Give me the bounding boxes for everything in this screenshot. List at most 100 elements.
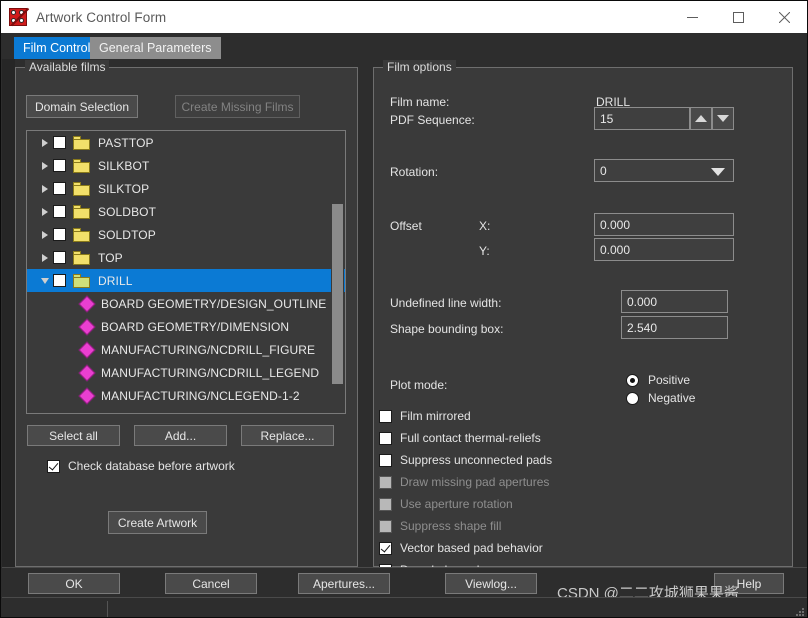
suppress-shape-fill-label: Suppress shape fill — [400, 519, 502, 533]
tree-row[interactable]: SILKTOP — [27, 177, 345, 200]
tree-row[interactable]: BOARD GEOMETRY/DIMENSION — [27, 315, 345, 338]
chevron-right-icon[interactable] — [37, 177, 53, 200]
tree-item-label: MANUFACTURING/NCDRILL_LEGEND — [101, 365, 320, 380]
film-mirrored-row[interactable]: Film mirrored — [379, 409, 471, 423]
cancel-button[interactable]: Cancel — [165, 573, 257, 594]
film-name-label: Film name: — [390, 95, 450, 109]
plot-mode-positive-radio[interactable] — [626, 373, 639, 387]
maximize-button[interactable] — [715, 1, 761, 33]
offset-y-input[interactable]: 0.000 — [594, 238, 734, 261]
close-button[interactable] — [761, 1, 807, 33]
domain-selection-button[interactable]: Domain Selection — [26, 95, 138, 118]
ok-button[interactable]: OK — [28, 573, 120, 594]
full-contact-thermal-reliefs-row[interactable]: Full contact thermal-reliefs — [379, 431, 541, 445]
chevron-down-icon[interactable] — [37, 269, 53, 292]
folder-icon — [73, 135, 90, 150]
tree-row[interactable]: SOLDBOT — [27, 200, 345, 223]
tree-row[interactable]: MANUFACTURING/NCLEGEND-1-2 — [27, 384, 345, 407]
tree-item-label: MANUFACTURING/NCLEGEND-1-2 — [101, 388, 300, 403]
film-options-group: Film options Film name: DRILL PDF Sequen… — [373, 60, 793, 577]
chevron-right-icon[interactable] — [37, 131, 53, 154]
tree-checkbox[interactable] — [53, 251, 66, 264]
plot-mode-negative-radio[interactable] — [626, 391, 639, 405]
folder-icon — [73, 227, 90, 242]
offset-x-input[interactable]: 0.000 — [594, 213, 734, 236]
create-missing-films-button[interactable]: Create Missing Films — [175, 95, 300, 118]
chevron-right-icon[interactable] — [37, 223, 53, 246]
full-contact-thermal-reliefs-label: Full contact thermal-reliefs — [400, 431, 541, 445]
check-database-label: Check database before artwork — [68, 459, 235, 473]
shape-bounding-box-label: Shape bounding box: — [390, 322, 504, 336]
use-aperture-rotation-label: Use aperture rotation — [400, 497, 513, 511]
viewlog-button[interactable]: Viewlog... — [445, 573, 537, 594]
create-artwork-button[interactable]: Create Artwork — [108, 511, 207, 534]
add-button[interactable]: Add... — [134, 425, 227, 446]
tree-row[interactable]: TOP — [27, 246, 345, 269]
tree-item-label: SILKBOT — [98, 158, 150, 173]
pdf-sequence-spin-down[interactable] — [712, 107, 734, 130]
vector-based-pad-behavior-row[interactable]: Vector based pad behavior — [379, 541, 543, 555]
chevron-right-icon[interactable] — [37, 246, 53, 269]
tree-scrollbar[interactable] — [331, 132, 344, 412]
suppress-unconnected-pads-checkbox[interactable] — [379, 453, 392, 467]
chevron-right-icon[interactable] — [37, 200, 53, 223]
tree-scrollbar-thumb[interactable] — [332, 204, 343, 384]
rotation-value: 0 — [600, 163, 607, 178]
tree-row[interactable]: MANUFACTURING/NCDRILL_FIGURE — [27, 338, 345, 361]
minimize-button[interactable] — [669, 1, 715, 33]
chevron-right-icon[interactable] — [37, 154, 53, 177]
plot-mode-negative-row[interactable]: Negative — [626, 391, 695, 405]
tab-film-control[interactable]: Film Control — [14, 37, 100, 59]
pdf-sequence-input[interactable]: 15 — [594, 107, 690, 130]
resize-grip[interactable] — [794, 606, 804, 616]
suppress-unconnected-pads-label: Suppress unconnected pads — [400, 453, 553, 467]
folder-icon — [73, 204, 90, 219]
offset-label: Offset — [390, 219, 422, 233]
film-mirrored-checkbox[interactable] — [379, 409, 392, 423]
replace-button[interactable]: Replace... — [241, 425, 334, 446]
full-contact-thermal-reliefs-checkbox[interactable] — [379, 431, 392, 445]
dialog-button-bar: OK Cancel Apertures... Viewlog... Help — [2, 567, 807, 597]
title-bar: Artwork Control Form — [1, 1, 807, 33]
tab-general-parameters[interactable]: General Parameters — [90, 37, 221, 59]
plot-mode-positive-row[interactable]: Positive — [626, 373, 690, 387]
undefined-line-width-input[interactable]: 0.000 — [621, 290, 728, 313]
check-database-checkbox[interactable] — [47, 459, 60, 473]
subclass-icon — [78, 364, 96, 381]
tree-row[interactable]: SILKBOT — [27, 154, 345, 177]
pdf-sequence-spin-up[interactable] — [690, 107, 712, 130]
tree-checkbox[interactable] — [53, 136, 66, 149]
suppress-unconnected-pads-row[interactable]: Suppress unconnected pads — [379, 453, 552, 467]
draw-missing-pad-apertures-row: Draw missing pad apertures — [379, 475, 549, 489]
offset-x-label: X: — [479, 219, 491, 233]
check-database-checkbox-row[interactable]: Check database before artwork — [47, 459, 235, 473]
use-aperture-rotation-row: Use aperture rotation — [379, 497, 513, 511]
suppress-shape-fill-row: Suppress shape fill — [379, 519, 501, 533]
draw-missing-pad-apertures-label: Draw missing pad apertures — [400, 475, 550, 489]
vector-based-pad-behavior-label: Vector based pad behavior — [400, 541, 543, 555]
film-mirrored-label: Film mirrored — [400, 409, 471, 423]
tree-row[interactable]: BOARD GEOMETRY/DESIGN_OUTLINE — [27, 292, 345, 315]
apertures-button[interactable]: Apertures... — [298, 573, 390, 594]
tree-checkbox[interactable] — [53, 182, 66, 195]
tree-row-selected[interactable]: DRILL — [27, 269, 345, 292]
tree-checkbox[interactable] — [53, 274, 66, 287]
tree-item-label: PASTTOP — [98, 135, 154, 150]
tree-checkbox[interactable] — [53, 228, 66, 241]
films-tree[interactable]: PASTTOP SILKBOT SILKTOP SOLDBOT SOLDTOP … — [26, 130, 346, 414]
vector-based-pad-behavior-checkbox[interactable] — [379, 541, 392, 555]
tree-row[interactable]: PASTTOP — [27, 131, 345, 154]
tree-checkbox[interactable] — [53, 159, 66, 172]
folder-icon — [73, 250, 90, 265]
available-films-legend: Available films — [25, 60, 110, 74]
tree-row[interactable]: MANUFACTURING/NCDRILL_LEGEND — [27, 361, 345, 384]
tree-checkbox[interactable] — [53, 205, 66, 218]
tree-row[interactable]: SOLDTOP — [27, 223, 345, 246]
shape-bounding-box-input[interactable]: 2.540 — [621, 316, 728, 339]
tree-item-label: SILKTOP — [98, 181, 150, 196]
tab-strip: Film Control General Parameters — [1, 33, 807, 59]
window-title: Artwork Control Form — [36, 9, 167, 25]
select-all-button[interactable]: Select all — [27, 425, 120, 446]
rotation-dropdown[interactable]: 0 — [594, 159, 734, 182]
help-button[interactable]: Help — [714, 573, 784, 594]
